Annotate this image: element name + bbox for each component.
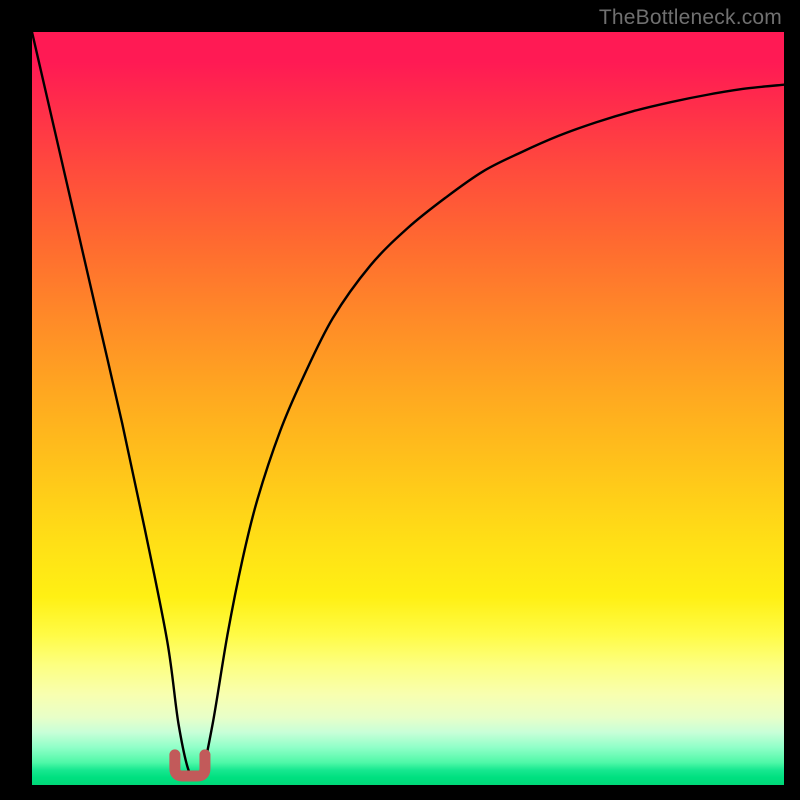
watermark-text: TheBottleneck.com <box>599 6 782 30</box>
bottleneck-curve <box>32 32 784 780</box>
chart-svg-layer <box>32 32 784 785</box>
chart-frame: TheBottleneck.com <box>0 0 800 800</box>
minimum-marker <box>175 755 205 776</box>
chart-plot-area <box>32 32 784 785</box>
